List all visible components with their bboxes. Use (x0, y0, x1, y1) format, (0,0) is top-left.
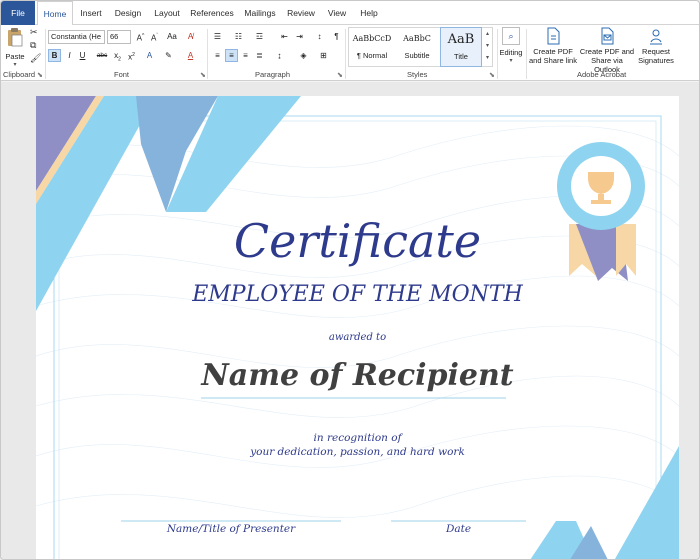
italic-button[interactable]: I (63, 49, 76, 62)
tab-view[interactable]: View (321, 1, 353, 25)
clipboard-icon (8, 28, 23, 47)
shading-icon[interactable]: ◈ (297, 49, 310, 62)
group-separator (526, 29, 527, 79)
font-group-label: Font (114, 70, 130, 79)
styles-scroll[interactable]: ▴ ▾ ▾ (483, 28, 492, 66)
group-separator (345, 29, 346, 79)
recognition-line-2: your dedication, passion, and hard work (250, 446, 465, 458)
style-subtitle[interactable]: AaBbC Subtitle (395, 27, 439, 67)
group-separator (45, 29, 46, 79)
tab-insert[interactable]: Insert (75, 1, 107, 25)
group-separator (207, 29, 208, 79)
align-right-icon[interactable]: ≡ (239, 49, 252, 62)
paste-button[interactable]: Paste ▾ (4, 27, 26, 68)
style-normal[interactable]: AaBbCcD ¶ Normal (350, 27, 394, 67)
paste-label: Paste (5, 52, 25, 61)
signature-icon (650, 29, 662, 45)
recipient-name[interactable]: Name of Recipient (36, 358, 679, 394)
cut-icon[interactable]: ✂ (30, 27, 38, 38)
decrease-indent-icon[interactable]: ⇤ (278, 30, 291, 43)
tab-review[interactable]: Review (283, 1, 319, 25)
ribbon-home: Paste ▾ ✂ ⧉ 🖌 Clipboard ⬊ Constantia (He… (1, 25, 699, 81)
borders-icon[interactable]: ⊞ (317, 49, 330, 62)
copy-icon[interactable]: ⧉ (30, 40, 36, 51)
clipboard-group-label: Clipboard (3, 70, 36, 79)
word-window: File Home Insert Design Layout Reference… (0, 0, 700, 560)
search-icon: ⌕ (502, 27, 520, 45)
dialog-launcher-icon[interactable]: ⬊ (200, 71, 206, 79)
style-sample: AaB (447, 32, 475, 47)
create-pdf-share-link-label: Create PDF and Share link (529, 47, 577, 65)
tab-references[interactable]: References (187, 1, 237, 25)
chevron-down-icon: ▾ (13, 62, 17, 68)
document-area: Certificate EMPLOYEE OF THE MONTH awarde… (1, 82, 699, 559)
create-pdf-outlook-button[interactable]: Create PDF and Share via Outlook (578, 27, 636, 74)
tab-home[interactable]: Home (37, 1, 73, 26)
corner-light-blue-band (614, 446, 679, 559)
awarded-to-text: awarded to (328, 332, 387, 343)
paragraph-group-label: Paragraph (255, 70, 291, 79)
text-effects-icon[interactable]: A (143, 49, 156, 62)
tab-design[interactable]: Design (109, 1, 147, 25)
editing-button[interactable]: ⌕ Editing ▾ (499, 27, 523, 64)
acrobat-group-label: Adobe Acrobat (577, 70, 627, 79)
numbering-icon[interactable]: ☷ (232, 30, 245, 43)
dialog-launcher-icon[interactable]: ⬊ (37, 71, 43, 79)
ribbon-tab-bar: File Home Insert Design Layout Reference… (1, 1, 699, 26)
dialog-launcher-icon[interactable]: ⬊ (337, 71, 343, 79)
style-sample: AaBbC (403, 34, 431, 43)
clear-formatting-icon[interactable]: A̸ (184, 30, 197, 43)
recognition-line-1: in recognition of (313, 432, 402, 444)
show-marks-icon[interactable]: ¶ (330, 30, 343, 43)
sort-icon[interactable]: ↕ (313, 30, 326, 43)
pdf-mail-icon (601, 27, 614, 45)
line-spacing-icon[interactable]: ↨ (273, 49, 286, 62)
bold-button[interactable]: B (48, 49, 61, 62)
group-separator (497, 29, 498, 79)
style-name: Subtitle (404, 51, 430, 60)
tab-layout[interactable]: Layout (149, 1, 185, 25)
chevron-down-icon: ▾ (509, 58, 513, 64)
align-center-icon[interactable]: ≡ (225, 49, 238, 62)
font-name-combo[interactable]: Constantia (He (48, 30, 105, 44)
tab-file[interactable]: File (1, 1, 35, 25)
justify-icon[interactable]: ≣ (253, 49, 266, 62)
style-name: Title (454, 52, 468, 61)
format-painter-icon[interactable]: 🖌 (30, 53, 41, 64)
presenter-label: Name/Title of Presenter (166, 523, 296, 535)
tab-mailings[interactable]: Mailings (239, 1, 281, 25)
tab-help[interactable]: Help (353, 1, 385, 25)
subscript-button[interactable]: x2 (111, 49, 124, 63)
styles-group-label: Styles (407, 70, 428, 79)
pdf-link-icon (547, 27, 560, 45)
certificate-artwork (36, 96, 679, 559)
font-color-icon[interactable]: A (184, 49, 197, 62)
strikethrough-button[interactable]: abc (95, 49, 109, 62)
underline-button[interactable]: U (76, 49, 89, 62)
shrink-font-icon[interactable]: Aˇ (148, 30, 161, 43)
dialog-launcher-icon[interactable]: ⬊ (489, 71, 495, 79)
date-label: Date (445, 523, 472, 535)
style-sample: AaBbCcD (352, 34, 392, 43)
highlight-icon[interactable]: ✎ (162, 49, 175, 62)
bullets-icon[interactable]: ☰ (211, 30, 224, 43)
request-signatures-button[interactable]: Request Signatures (637, 27, 675, 65)
font-size-combo[interactable]: 66 (107, 30, 131, 44)
certificate-title: Certificate (233, 214, 482, 268)
multilevel-list-icon[interactable]: ☲ (253, 30, 266, 43)
document-page[interactable]: Certificate EMPLOYEE OF THE MONTH awarde… (36, 96, 679, 559)
increase-indent-icon[interactable]: ⇥ (293, 30, 306, 43)
superscript-button[interactable]: x2 (125, 49, 138, 62)
editing-label: Editing (499, 48, 523, 57)
change-case-icon[interactable]: Aa (164, 30, 180, 43)
style-name: ¶ Normal (356, 51, 388, 60)
create-pdf-share-link-button[interactable]: Create PDF and Share link (528, 27, 578, 65)
align-left-icon[interactable]: ≡ (211, 49, 224, 62)
grow-font-icon[interactable]: A^ (134, 30, 147, 43)
style-title[interactable]: AaB Title (440, 27, 482, 67)
request-signatures-label: Request Signatures (638, 47, 674, 65)
certificate-subtitle: EMPLOYEE OF THE MONTH (192, 282, 523, 307)
